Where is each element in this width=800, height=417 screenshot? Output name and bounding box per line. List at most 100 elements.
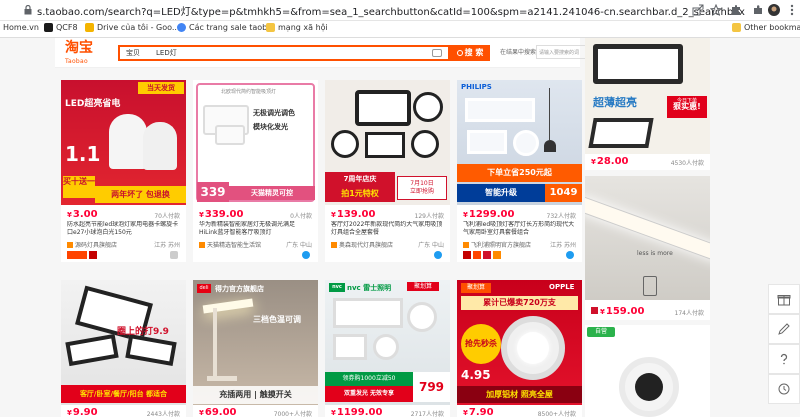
brand-logo: nvc 雷士照明	[347, 284, 392, 292]
product-title[interactable]: 客厅灯2022年新款现代简约大气家用吸顶灯具组合全屋套餐	[331, 221, 444, 237]
browser-address-bar: s.taobao.com/search?q=LED灯&type=p&tmhkh5…	[0, 0, 800, 21]
bookmark-sale-taobao[interactable]: Các trang sale taob...	[177, 23, 275, 32]
product-sales: 7000+人付款	[273, 411, 312, 417]
bookmark-qcf8[interactable]: QCF8	[44, 23, 78, 32]
product-price: ¥339.00	[199, 209, 244, 220]
product-sales: 2443人付款	[146, 411, 180, 417]
lamp-graphic	[65, 333, 119, 367]
image-subline: 模块化发光	[253, 123, 288, 131]
product-price: ¥139.00	[331, 209, 376, 220]
product-card[interactable]: 当天发货 LED超亮省电 1.1 买十送一 两年坏了 包退换 ¥3.00 70人…	[61, 80, 186, 262]
product-shop[interactable]: 天猫精选智能生活馆	[199, 240, 261, 249]
product-card[interactable]: 北欧现代简约智能吸顶灯 无极调光调色 模块化发光 339 天猫精灵可控 ¥339…	[193, 80, 318, 262]
image-headline: LED超亮省电	[65, 99, 121, 109]
product-image[interactable]: less is more	[585, 176, 710, 300]
chat-icon[interactable]	[170, 251, 178, 259]
downlight-lens	[517, 332, 549, 364]
search-box[interactable]: 宝贝 LED灯	[118, 45, 450, 61]
product-title[interactable]: 飞利浦led吸顶灯客厅灯长方形简约现代大气家用卧室灯具套餐组合	[463, 221, 576, 237]
logo-subtext: Taobao	[65, 58, 88, 65]
product-image[interactable]: 自营	[585, 325, 710, 417]
image-date-badge: 7月10日 立即抢购	[397, 176, 447, 200]
badge-icon	[493, 251, 501, 259]
product-title[interactable]: 防水超亮节能led球泡灯家用电器卡螺旋卡口e27小球泡白光150元	[67, 221, 180, 237]
bookmark-label: Other bookmarks	[744, 23, 800, 32]
product-card[interactable]: 圈上的打9.9 客厅/卧室/餐厅/阳台 都适合 ¥9.90 2443人付款	[61, 280, 186, 417]
badge-icon	[463, 251, 471, 259]
product-image[interactable]: deli 得力官方旗舰店 三档色温可调 充插两用 | 触摸开关	[193, 280, 318, 405]
downlight-lens	[635, 373, 663, 401]
chat-icon[interactable]	[302, 251, 310, 259]
badge-icon	[89, 251, 97, 259]
search-button[interactable]: 搜 索	[450, 45, 490, 61]
side-panel-history[interactable]	[768, 374, 800, 404]
shop-icon	[67, 241, 73, 248]
product-image[interactable]: nvc nvc 雷士照明 聚划算 领券购1000立减50 双重发光 无效专享 7…	[325, 280, 450, 405]
chair-graphic	[643, 276, 657, 296]
extensions-puzzle-icon[interactable]	[752, 4, 764, 16]
bookmark-folder-mxh[interactable]: mạng xã hội	[266, 23, 328, 32]
image-badge: 买十送一	[63, 176, 95, 198]
product-image[interactable]: 北欧现代简约智能吸顶灯 无极调光调色 模块化发光 339 天猫精灵可控	[193, 80, 318, 205]
lamp-graphic	[355, 90, 411, 126]
shop-icon	[463, 241, 469, 248]
image-banner-top: 当天发货	[138, 82, 184, 94]
image-headline: 领券购1000立减50	[325, 372, 413, 386]
product-card[interactable]: 聚划算 OPPLE 累计已爆卖720万支 抢先秒杀 4.95 加厚铝材 照亮全屋…	[457, 280, 582, 417]
search-input[interactable]: LED灯	[156, 48, 177, 58]
product-title[interactable]: 华为新精装智能家居灯无极调光满足HiLink蓝牙智能客厅吸顶灯	[199, 221, 312, 237]
product-image[interactable]: 今日下单 狠实惠! 超薄超亮	[585, 38, 710, 154]
bookmark-homevn[interactable]: Home.vn	[3, 23, 39, 32]
side-panel-help[interactable]	[768, 344, 800, 374]
more-menu-icon[interactable]	[786, 4, 798, 16]
lamp-graphic	[365, 132, 405, 158]
product-image[interactable]: 当天发货 LED超亮省电 1.1 买十送一 两年坏了 包退换	[61, 80, 186, 205]
product-badges	[463, 251, 501, 259]
star-icon[interactable]	[710, 4, 722, 16]
image-price: 799	[413, 372, 450, 402]
product-image[interactable]: 圈上的打9.9 客厅/卧室/餐厅/阳台 都适合	[61, 280, 186, 405]
share-icon[interactable]	[692, 4, 704, 16]
product-card[interactable]: less is more ¥159.00 174人付款	[585, 176, 710, 320]
url-text[interactable]: s.taobao.com/search?q=LED灯&type=p&tmhkh5…	[37, 3, 745, 18]
product-card[interactable]: nvc nvc 雷士照明 聚划算 领券购1000立减50 双重发光 无效专享 7…	[325, 280, 450, 417]
image-subline: 智能升级	[457, 184, 545, 202]
side-panel-gift[interactable]	[768, 284, 800, 314]
product-shop[interactable]: 飞利浦照明官方旗舰店	[463, 240, 531, 249]
product-shop[interactable]: 奥森现代灯具旗舰店	[331, 240, 393, 249]
product-card[interactable]: 今日下单 狠实惠! 超薄超亮 ¥28.00 4530人付款	[585, 38, 710, 170]
gift-icon	[777, 295, 791, 306]
product-price: ¥7.90	[463, 407, 494, 417]
profile-avatar-icon[interactable]	[768, 4, 780, 16]
chat-icon[interactable]	[566, 251, 574, 259]
bookmark-label: Các trang sale taob...	[189, 23, 275, 32]
bulb-graphic	[143, 122, 177, 170]
product-sales: 8500+人付款	[537, 411, 576, 417]
product-shop[interactable]: 源码灯具旗舰店	[67, 240, 117, 249]
image-subline: 充插两用 | 触摸开关	[193, 386, 318, 404]
image-banner-top: 聚划算	[407, 282, 439, 291]
image-headline: 客厅/卧室/餐厅/阳台 都适合	[61, 385, 186, 403]
search-category-select[interactable]: 宝贝	[126, 48, 140, 58]
bookmark-drive[interactable]: Drive của tôi - Goo...	[85, 23, 180, 32]
product-image[interactable]: 聚划算 OPPLE 累计已爆卖720万支 抢先秒杀 4.95 加厚铝材 照亮全屋	[457, 280, 582, 405]
lock-icon[interactable]	[24, 5, 32, 15]
chat-icon[interactable]	[434, 251, 442, 259]
product-card[interactable]: 自营	[585, 325, 710, 417]
product-price: ¥9.90	[67, 407, 98, 417]
taobao-logo[interactable]: 淘宝 Taobao	[65, 41, 93, 68]
product-image[interactable]: 7周年店庆 拍1元特权 7月10日 立即抢购	[325, 80, 450, 205]
product-card[interactable]: PHILIPS 下单立省250元起 智能升级 1049 ¥1299.00 732…	[457, 80, 582, 262]
product-card[interactable]: deli 得力官方旗舰店 三档色温可调 充插两用 | 触摸开关 ¥69.00 7…	[193, 280, 318, 417]
side-panel-edit[interactable]	[768, 314, 800, 344]
camera-icon[interactable]	[432, 49, 442, 57]
product-card[interactable]: 7周年店庆 拍1元特权 7月10日 立即抢购 ¥139.00 129人付款 客厅灯…	[325, 80, 450, 262]
bookmark-other[interactable]: Other bookmarks	[732, 23, 800, 32]
drive-icon	[85, 23, 94, 32]
product-image[interactable]: PHILIPS 下单立省250元起 智能升级 1049	[457, 80, 582, 205]
bookmark-label: mạng xã hội	[278, 23, 328, 32]
extension-icon[interactable]	[730, 4, 742, 16]
pendant-wire	[549, 88, 550, 140]
search-button-label: 搜 索	[464, 48, 484, 57]
lamp-graphic	[593, 44, 683, 84]
